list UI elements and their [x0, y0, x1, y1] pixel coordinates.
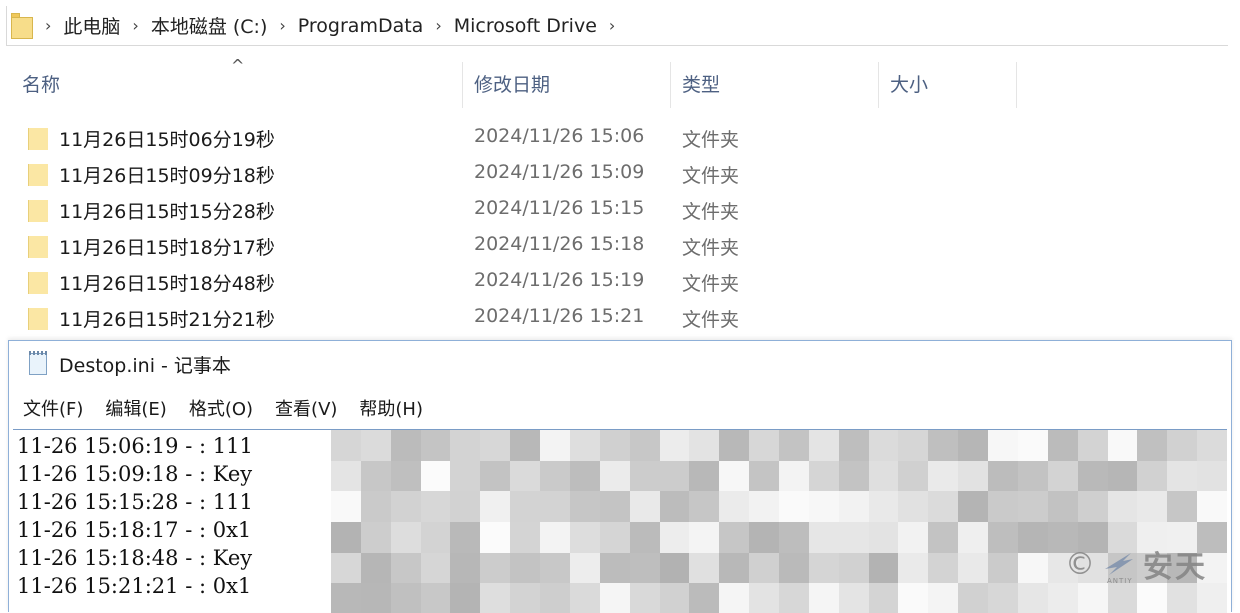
file-date: 2024/11/26 15:09: [474, 161, 645, 183]
address-bar[interactable]: › 此电脑 › 本地磁盘 (C:) › ProgramData › Micros…: [6, 6, 1228, 46]
log-line: 11-26 15:18:48 - : Key: [17, 546, 253, 570]
log-line: 11-26 15:18:17 - : 0x1: [17, 518, 252, 542]
file-type: 文件夹: [682, 165, 740, 187]
antiy-logo-icon: ANTIY: [1101, 547, 1137, 585]
file-name: 11月26日15时18分48秒: [59, 273, 275, 295]
menu-file[interactable]: 文件(F): [15, 395, 91, 421]
file-date: 2024/11/26 15:21: [474, 305, 645, 327]
chevron-right-icon[interactable]: ›: [279, 16, 285, 35]
file-type: 文件夹: [682, 129, 740, 151]
title-bar[interactable]: Destop.ini - 记事本: [9, 341, 1231, 387]
brand-text: 安天: [1143, 550, 1207, 585]
file-type: 文件夹: [682, 201, 740, 223]
copyright-symbol: ©: [1065, 546, 1095, 582]
column-header-date[interactable]: 修改日期: [474, 58, 550, 108]
file-type: 文件夹: [682, 309, 740, 331]
file-date: 2024/11/26 15:15: [474, 197, 645, 219]
file-name: 11月26日15时21分21秒: [59, 309, 275, 331]
chevron-right-icon[interactable]: ›: [45, 16, 51, 35]
column-header-size[interactable]: 大小: [890, 58, 928, 108]
file-date: 2024/11/26 15:18: [474, 233, 645, 255]
column-header-row: ^ 名称 修改日期 类型 大小: [0, 56, 1020, 108]
file-row[interactable]: 11月26日15时21分21秒 2024/11/26 15:21 文件夹: [0, 300, 1000, 336]
column-divider[interactable]: [1016, 62, 1017, 108]
chevron-right-icon[interactable]: ›: [435, 16, 441, 35]
folder-icon: [11, 12, 33, 39]
file-row[interactable]: 11月26日15时06分19秒 2024/11/26 15:06 文件夹: [0, 120, 1000, 156]
column-divider[interactable]: [878, 62, 879, 108]
column-header-name[interactable]: 名称: [22, 58, 60, 108]
menu-bar: 文件(F) 编辑(E) 格式(O) 查看(V) 帮助(H): [9, 393, 437, 423]
window-title: Destop.ini - 记事本: [59, 354, 231, 377]
folder-icon: [28, 198, 48, 222]
menu-format[interactable]: 格式(O): [181, 395, 261, 421]
log-line: 11-26 15:15:28 - : 111: [17, 490, 253, 514]
file-name: 11月26日15时15分28秒: [59, 201, 275, 223]
breadcrumb-microsoft-drive[interactable]: Microsoft Drive: [454, 15, 597, 37]
breadcrumb-this-pc[interactable]: 此电脑: [63, 12, 120, 39]
menu-help[interactable]: 帮助(H): [351, 395, 431, 421]
log-line: 11-26 15:06:19 - : 111: [17, 434, 253, 458]
file-name: 11月26日15时09分18秒: [59, 165, 275, 187]
file-date: 2024/11/26 15:19: [474, 269, 645, 291]
chevron-right-icon[interactable]: ›: [609, 16, 615, 35]
file-type: 文件夹: [682, 273, 740, 295]
folder-icon: [28, 234, 48, 258]
notepad-icon: [27, 351, 49, 377]
folder-icon: [28, 270, 48, 294]
folder-icon: [28, 126, 48, 150]
breadcrumb-local-disk[interactable]: 本地磁盘 (C:): [151, 12, 268, 39]
file-explorer: › 此电脑 › 本地磁盘 (C:) › ProgramData › Micros…: [0, 0, 1240, 340]
folder-icon: [28, 306, 48, 330]
chevron-right-icon[interactable]: ›: [132, 16, 138, 35]
watermark: © ANTIY 安天: [1065, 542, 1207, 586]
folder-icon: [28, 162, 48, 186]
column-divider[interactable]: [670, 62, 671, 108]
text-editor[interactable]: 11-26 15:06:19 - : 111 11-26 15:09:18 - …: [13, 429, 1227, 613]
sort-ascending-icon: ^: [231, 56, 245, 75]
menu-edit[interactable]: 编辑(E): [97, 395, 174, 421]
column-divider[interactable]: [462, 62, 463, 108]
notepad-window: Destop.ini - 记事本 文件(F) 编辑(E) 格式(O) 查看(V)…: [8, 340, 1232, 613]
file-name: 11月26日15时18分17秒: [59, 237, 275, 259]
file-name: 11月26日15时06分19秒: [59, 129, 275, 151]
breadcrumb-programdata[interactable]: ProgramData: [298, 15, 424, 37]
file-date: 2024/11/26 15:06: [474, 125, 645, 147]
log-line: 11-26 15:09:18 - : Key: [17, 462, 253, 486]
menu-view[interactable]: 查看(V): [267, 395, 345, 421]
column-header-type[interactable]: 类型: [682, 58, 720, 108]
file-row[interactable]: 11月26日15时18分17秒 2024/11/26 15:18 文件夹: [0, 228, 1000, 264]
log-line: 11-26 15:21:21 - : 0x1: [17, 574, 252, 598]
file-row[interactable]: 11月26日15时15分28秒 2024/11/26 15:15 文件夹: [0, 192, 1000, 228]
file-row[interactable]: 11月26日15时18分48秒 2024/11/26 15:19 文件夹: [0, 264, 1000, 300]
file-type: 文件夹: [682, 237, 740, 259]
file-row[interactable]: 11月26日15时09分18秒 2024/11/26 15:09 文件夹: [0, 156, 1000, 192]
